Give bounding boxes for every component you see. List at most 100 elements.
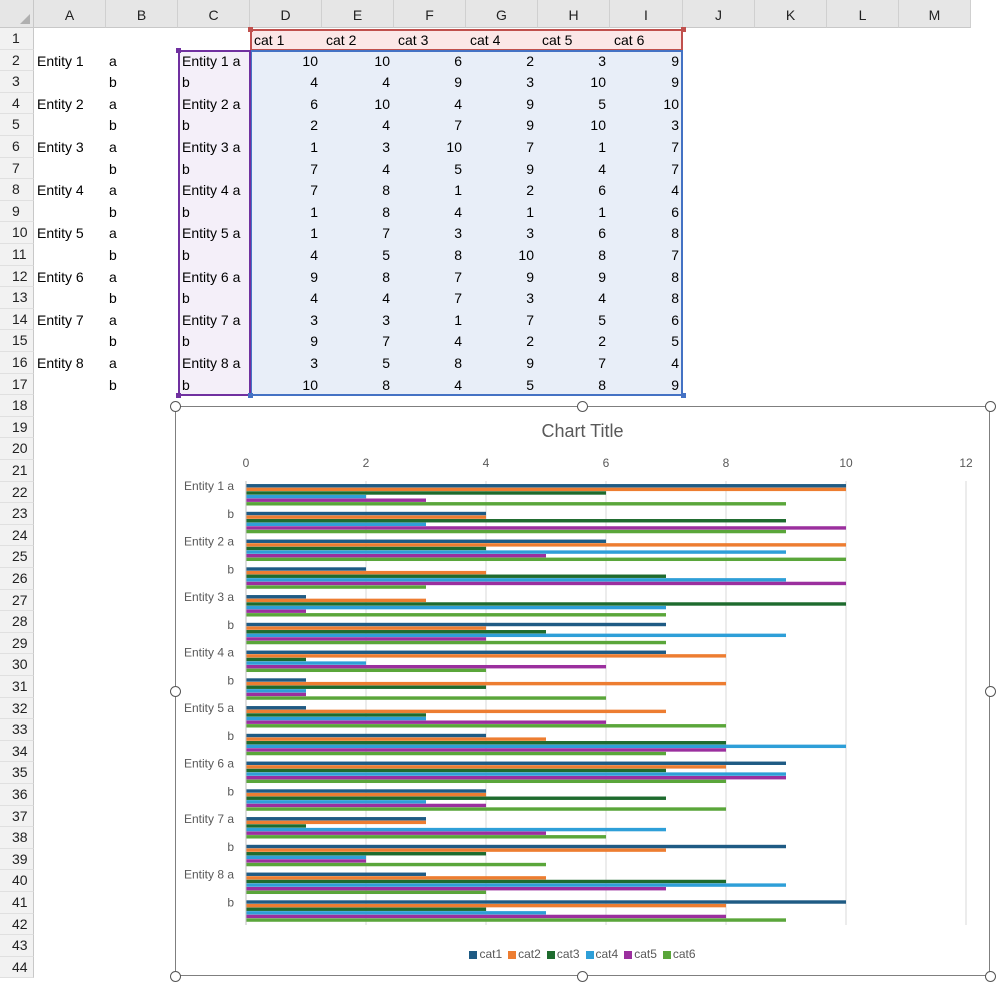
bar-cat4[interactable] [246,800,426,804]
bar-cat2[interactable] [246,737,546,741]
value-cell[interactable]: 5 [610,330,683,352]
bar-cat6[interactable] [246,862,546,867]
value-cell[interactable]: 4 [322,71,394,93]
value-cell[interactable]: 3 [610,114,683,136]
value-cell[interactable]: 7 [250,179,322,201]
subgroup-cell[interactable]: a [109,136,117,158]
row-header-1[interactable]: 1 [0,28,34,50]
bar-cat2[interactable] [246,876,546,880]
row-header-23[interactable]: 23 [0,503,34,525]
value-cell[interactable]: 9 [538,266,610,288]
bar-cat5[interactable] [246,720,606,724]
value-cell[interactable]: 3 [394,222,466,244]
value-cell[interactable]: 8 [610,222,683,244]
bar-cat5[interactable] [246,692,306,697]
value-cell[interactable]: 4 [610,352,683,374]
value-cell[interactable]: 7 [322,222,394,244]
bar-cat5[interactable] [246,748,726,752]
value-cell[interactable]: 5 [466,374,538,396]
value-cell[interactable]: 5 [394,158,466,180]
value-cell[interactable]: 10 [538,114,610,136]
bar-cat6[interactable] [246,751,666,756]
row-header-30[interactable]: 30 [0,654,34,676]
value-cell[interactable]: 5 [538,93,610,115]
range-corner-handle[interactable] [176,393,181,399]
bar-cat3[interactable] [246,768,666,773]
value-cell[interactable]: 1 [538,201,610,223]
value-cell[interactable]: 4 [250,71,322,93]
bar-cat5[interactable] [246,553,546,558]
bar-cat4[interactable] [246,883,786,887]
label-cell[interactable]: Entity 5 a [182,222,240,244]
value-cell[interactable]: 3 [466,287,538,309]
bar-cat6[interactable] [246,696,606,700]
value-cell[interactable]: 9 [610,50,683,72]
bar-chart-plot[interactable]: 0 2 4 6 8 10 12 Entity 1 a b Entity 2 a b Entity 3 … [176,407,991,977]
row-header-3[interactable]: 3 [0,71,34,93]
bar-cat1[interactable] [246,678,306,682]
bar-cat4[interactable] [246,522,426,527]
value-cell[interactable]: 7 [610,136,683,158]
legend-item-cat4[interactable]: cat4 [585,947,618,961]
value-cell[interactable]: 3 [538,50,610,72]
bar-cat4[interactable] [246,689,306,693]
row-header-28[interactable]: 28 [0,611,34,633]
value-cell[interactable]: 10 [322,93,394,115]
value-cell[interactable]: 2 [538,330,610,352]
row-header-39[interactable]: 39 [0,848,34,871]
row-header-2[interactable]: 2 [0,49,34,72]
bar-cat5[interactable] [246,581,846,586]
value-cell[interactable]: 8 [538,374,610,396]
row-header-26[interactable]: 26 [0,568,34,590]
row-header-33[interactable]: 33 [0,719,34,741]
value-cell[interactable]: 9 [610,374,683,396]
value-cell[interactable]: 9 [466,93,538,115]
entity-cell[interactable]: Entity 7 [37,309,84,331]
column-header-j[interactable]: J [683,0,755,28]
legend-item-cat1[interactable]: cat1 [469,947,502,961]
subgroup-cell[interactable]: b [109,374,117,396]
value-cell[interactable]: 1 [466,201,538,223]
column-header-m[interactable]: M [899,0,971,28]
value-cell[interactable]: 3 [322,136,394,158]
column-header-c[interactable]: C [178,0,250,28]
bar-cat4[interactable] [246,772,786,776]
bar-cat3[interactable] [246,713,426,717]
entity-cell[interactable]: Entity 5 [37,222,84,244]
subgroup-cell[interactable]: b [109,114,117,136]
bar-cat6[interactable] [246,918,786,922]
subgroup-cell[interactable]: a [109,93,117,115]
label-cell[interactable]: Entity 4 a [182,179,240,201]
subgroup-cell[interactable]: a [109,266,117,288]
row-header-36[interactable]: 36 [0,784,34,806]
entity-cell[interactable]: Entity 1 [37,50,84,72]
value-cell[interactable]: 10 [250,374,322,396]
value-cell[interactable]: 4 [394,374,466,396]
value-cell[interactable]: 9 [394,71,466,93]
bar-cat6[interactable] [246,557,846,562]
value-cell[interactable]: 1 [394,309,466,331]
bar-cat1[interactable] [246,900,846,904]
entity-cell[interactable]: Entity 8 [37,352,84,374]
value-cell[interactable]: 4 [610,179,683,201]
column-header-h[interactable]: H [538,0,610,28]
bar-cat1[interactable] [246,484,846,488]
value-cell[interactable]: 3 [466,222,538,244]
column-header-g[interactable]: G [466,0,538,28]
value-cell[interactable]: 7 [322,330,394,352]
row-header-15[interactable]: 15 [0,330,34,352]
value-cell[interactable]: 9 [466,352,538,374]
value-cell[interactable]: 6 [610,201,683,223]
range-corner-handle[interactable] [248,27,253,32]
chart-resize-handle[interactable] [576,970,588,982]
bar-cat1[interactable] [246,539,606,543]
column-header-l[interactable]: L [827,0,899,28]
row-header-21[interactable]: 21 [0,460,34,482]
bar-cat2[interactable] [246,792,486,797]
bar-cat1[interactable] [246,567,366,571]
row-header-37[interactable]: 37 [0,805,34,828]
chart-object[interactable]: Chart Title 0 2 4 6 8 10 12 Entity 1 a b Entity 2… [175,406,990,976]
bar-cat3[interactable] [246,657,306,662]
row-header-17[interactable]: 17 [0,373,34,396]
bar-cat5[interactable] [246,859,366,863]
